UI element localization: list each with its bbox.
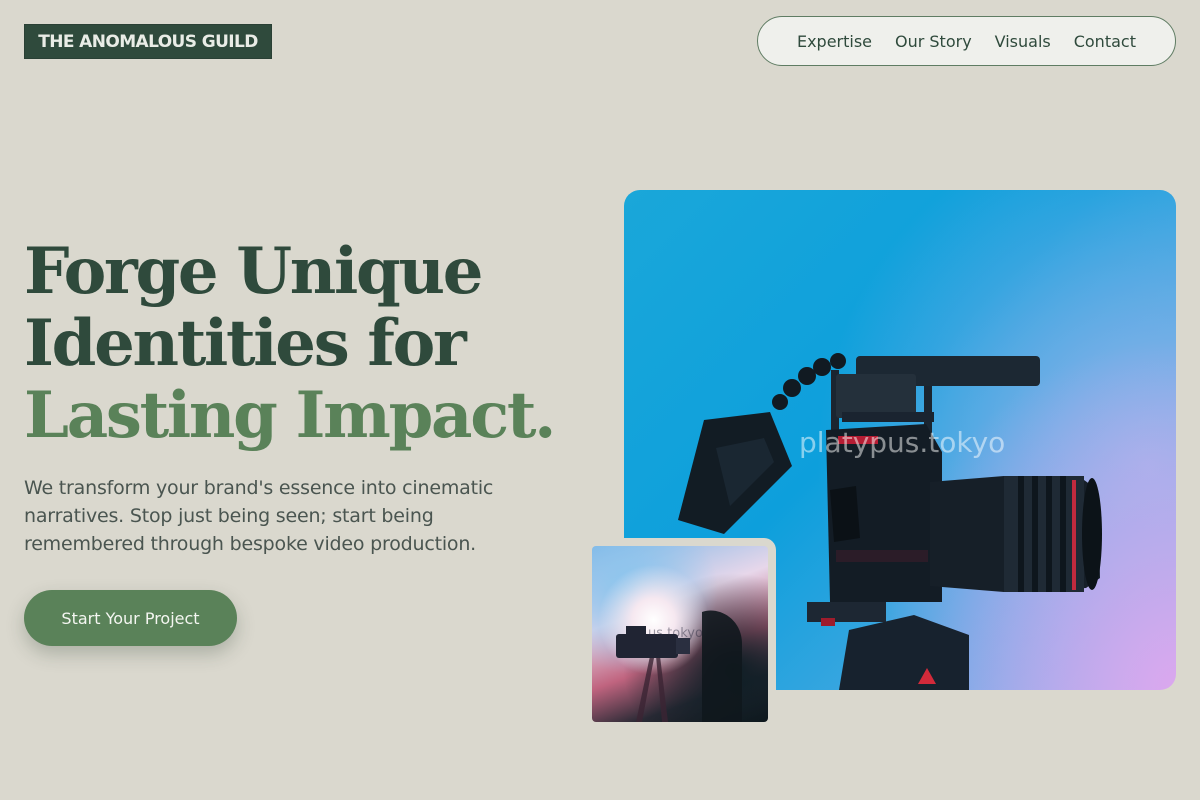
thumbnail-image: us.tokyo xyxy=(592,546,768,722)
image-watermark: platypus.tokyo xyxy=(799,426,1006,459)
start-project-button[interactable]: Start Your Project xyxy=(24,590,237,646)
headline-line-2: Identities for xyxy=(24,306,467,381)
hero-description: We transform your brand's essence into c… xyxy=(24,477,494,555)
nav-link-visuals[interactable]: Visuals xyxy=(995,32,1051,51)
nav-link-our-story[interactable]: Our Story xyxy=(895,32,972,51)
hero-headline: Forge Unique Identities for Lasting Impa… xyxy=(24,236,604,452)
nav-link-expertise[interactable]: Expertise xyxy=(797,32,872,51)
headline-line-3-accent: Lasting Impact. xyxy=(24,378,556,453)
nav-link-contact[interactable]: Contact xyxy=(1074,32,1136,51)
brand-logo[interactable]: THE ANOMALOUS GUILD xyxy=(24,24,272,59)
main-nav: Expertise Our Story Visuals Contact xyxy=(757,16,1176,66)
thumbnail-watermark: us.tokyo xyxy=(648,626,703,641)
headline-line-1: Forge Unique xyxy=(24,234,483,309)
landing-page: THE ANOMALOUS GUILD Expertise Our Story … xyxy=(0,0,1200,800)
